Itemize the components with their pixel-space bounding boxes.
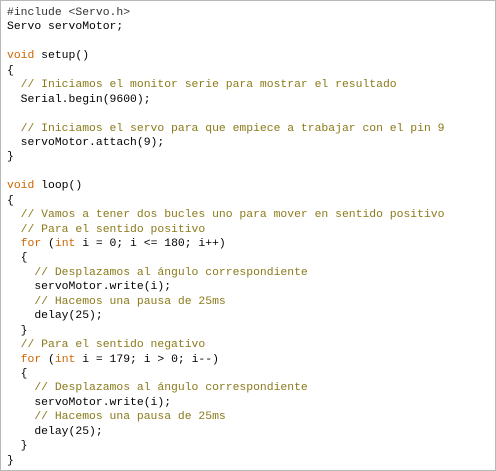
- code-listing[interactable]: #include <Servo.h> Servo servoMotor; void…: [7, 6, 444, 468]
- code-token-comment: // Desplazamos al ángulo correspondiente: [7, 266, 308, 279]
- code-token-type: int: [54, 353, 76, 366]
- code-line: // Desplazamos al ángulo correspondiente: [7, 381, 444, 395]
- code-token-keyword: for: [20, 353, 42, 366]
- code-token-default: (: [41, 238, 55, 250]
- code-line: // Para el sentido positivo: [7, 223, 444, 237]
- code-token-default: }: [7, 440, 28, 453]
- code-line: Servo servoMotor;: [7, 20, 444, 34]
- code-line: // Vamos a tener dos bucles uno para mov…: [7, 208, 445, 222]
- code-line: void loop(): [7, 179, 444, 193]
- code-token-default: delay(25);: [7, 425, 103, 438]
- code-line: delay(25);: [7, 309, 444, 323]
- code-line: {: [7, 194, 444, 208]
- code-line: // Iniciamos el monitor serie para mostr…: [7, 78, 444, 92]
- code-token-default: servoMotor.write(i);: [7, 281, 172, 294]
- code-token-default: }: [7, 151, 14, 164]
- code-token-default: {: [7, 194, 14, 207]
- code-token-comment: // Vamos a tener dos bucles uno para mov…: [7, 209, 445, 222]
- code-line: for (int i = 0; i <= 180; i++): [7, 237, 444, 251]
- code-token-default: i = 179; i > 0; i--): [75, 353, 219, 366]
- code-line: // Iniciamos el servo para que empiece a…: [7, 122, 445, 136]
- code-line: delay(25);: [7, 425, 444, 439]
- code-token-default: [7, 238, 21, 250]
- code-line: // Hacemos una pausa de 25ms: [7, 410, 444, 424]
- code-token-default: i = 0; i <= 180; i++): [75, 238, 226, 250]
- code-line: }: [7, 324, 444, 338]
- code-token-keyword: void: [7, 50, 35, 63]
- code-line: servoMotor.write(i);: [7, 280, 444, 294]
- code-line: Serial.begin(9600);: [7, 93, 444, 107]
- code-line: // Hacemos una pausa de 25ms: [7, 295, 444, 309]
- code-token-default: {: [7, 64, 14, 77]
- code-token-comment: // Para el sentido negativo: [7, 339, 206, 352]
- code-token-default: loop(): [34, 180, 83, 193]
- code-line: servoMotor.attach(9);: [7, 136, 444, 150]
- code-token-default: servoMotor.write(i);: [7, 396, 172, 409]
- code-token-comment: // Hacemos una pausa de 25ms: [7, 295, 226, 308]
- code-line: // Desplazamos al ángulo correspondiente: [7, 266, 444, 280]
- code-token-default: (: [41, 353, 55, 366]
- code-line: {: [7, 367, 444, 381]
- code-token-default: [7, 354, 21, 366]
- code-line: #include <Servo.h>: [7, 6, 444, 20]
- code-panel: #include <Servo.h> Servo servoMotor; void…: [0, 0, 496, 471]
- code-token-default: {: [7, 252, 28, 265]
- code-line: {: [7, 64, 444, 78]
- code-token-type: int: [54, 238, 76, 250]
- code-token-comment: // Desplazamos al ángulo correspondiente: [7, 382, 308, 395]
- code-line: void setup(): [7, 49, 444, 63]
- code-line: }: [7, 439, 444, 453]
- code-token-keyword: for: [20, 238, 42, 250]
- code-line: for (int i = 179; i > 0; i--): [7, 353, 444, 367]
- code-token-default: servoMotor.attach(9);: [7, 136, 165, 149]
- code-token-default: {: [7, 367, 28, 380]
- code-token-default: Servo servoMotor;: [7, 21, 124, 34]
- code-token-keyword: void: [7, 180, 35, 193]
- code-token-comment: // Para el sentido positivo: [7, 223, 206, 236]
- code-token-comment: // Hacemos una pausa de 25ms: [7, 411, 226, 424]
- code-token-default: }: [7, 324, 28, 337]
- code-line: servoMotor.write(i);: [7, 396, 444, 410]
- code-token-default: delay(25);: [7, 310, 103, 323]
- code-line: {: [7, 251, 444, 265]
- code-token-comment: // Iniciamos el monitor serie para mostr…: [7, 79, 397, 92]
- code-line: // Para el sentido negativo: [7, 338, 444, 352]
- code-token-preproc: #include <Servo.h>: [7, 7, 131, 19]
- code-line: }: [7, 454, 444, 468]
- code-token-default: setup(): [34, 50, 90, 63]
- code-token-default: }: [7, 454, 14, 467]
- code-token-comment: // Iniciamos el servo para que empiece a…: [7, 122, 445, 135]
- code-token-default: Serial.begin(9600);: [7, 93, 151, 106]
- code-line: }: [7, 150, 444, 164]
